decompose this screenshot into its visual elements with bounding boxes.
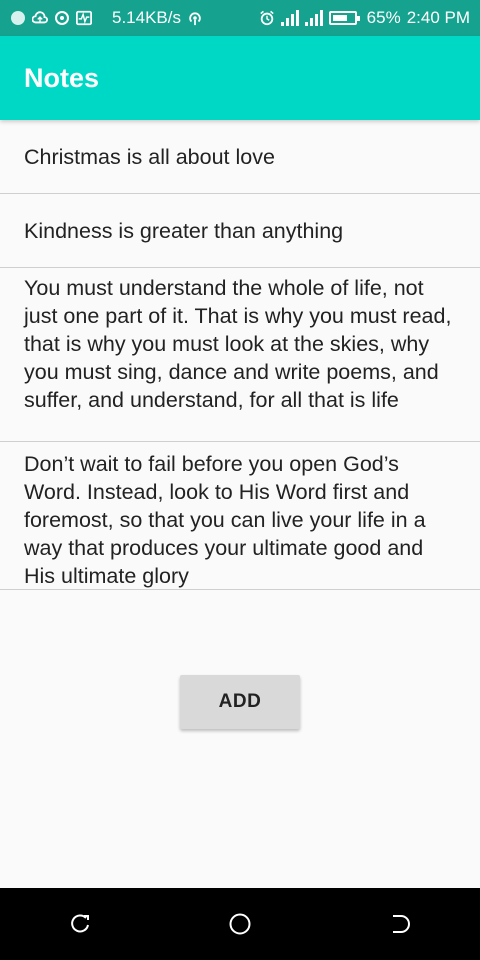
cloud-upload-icon xyxy=(32,10,48,26)
signal-icon xyxy=(280,10,299,26)
camera-lens-icon xyxy=(54,10,70,26)
network-speed: 5.14KB/s xyxy=(112,8,181,27)
status-time: 2:40 PM xyxy=(406,8,470,27)
back-icon[interactable] xyxy=(380,904,420,944)
navigation-bar xyxy=(0,888,480,960)
battery-icon xyxy=(328,11,360,25)
signal-hplus-icon xyxy=(304,10,323,26)
recent-apps-icon[interactable] xyxy=(60,904,100,944)
status-bar: 5.14KB/s 65% 2:40 PM xyxy=(0,0,480,36)
page-title: Notes xyxy=(24,62,100,93)
app-bar: Notes xyxy=(0,36,480,120)
circle-dot-icon xyxy=(10,10,26,26)
note-item[interactable]: Don’t wait to fail before you open God’s… xyxy=(0,442,480,590)
add-button[interactable]: ADD xyxy=(180,675,300,729)
activity-icon xyxy=(76,10,92,26)
note-item[interactable]: Kindness is greater than anything xyxy=(0,194,480,268)
hotspot-icon xyxy=(187,10,203,26)
note-item[interactable]: Christmas is all about love xyxy=(0,120,480,194)
battery-percent: 65% xyxy=(366,8,401,27)
status-left: 5.14KB/s xyxy=(10,8,203,28)
notes-list[interactable]: Christmas is all about love Kindness is … xyxy=(0,120,480,590)
status-right: 65% 2:40 PM xyxy=(259,8,470,28)
note-item[interactable]: You must understand the whole of life, n… xyxy=(0,268,480,442)
alarm-icon xyxy=(259,10,275,26)
home-icon[interactable] xyxy=(220,904,260,944)
